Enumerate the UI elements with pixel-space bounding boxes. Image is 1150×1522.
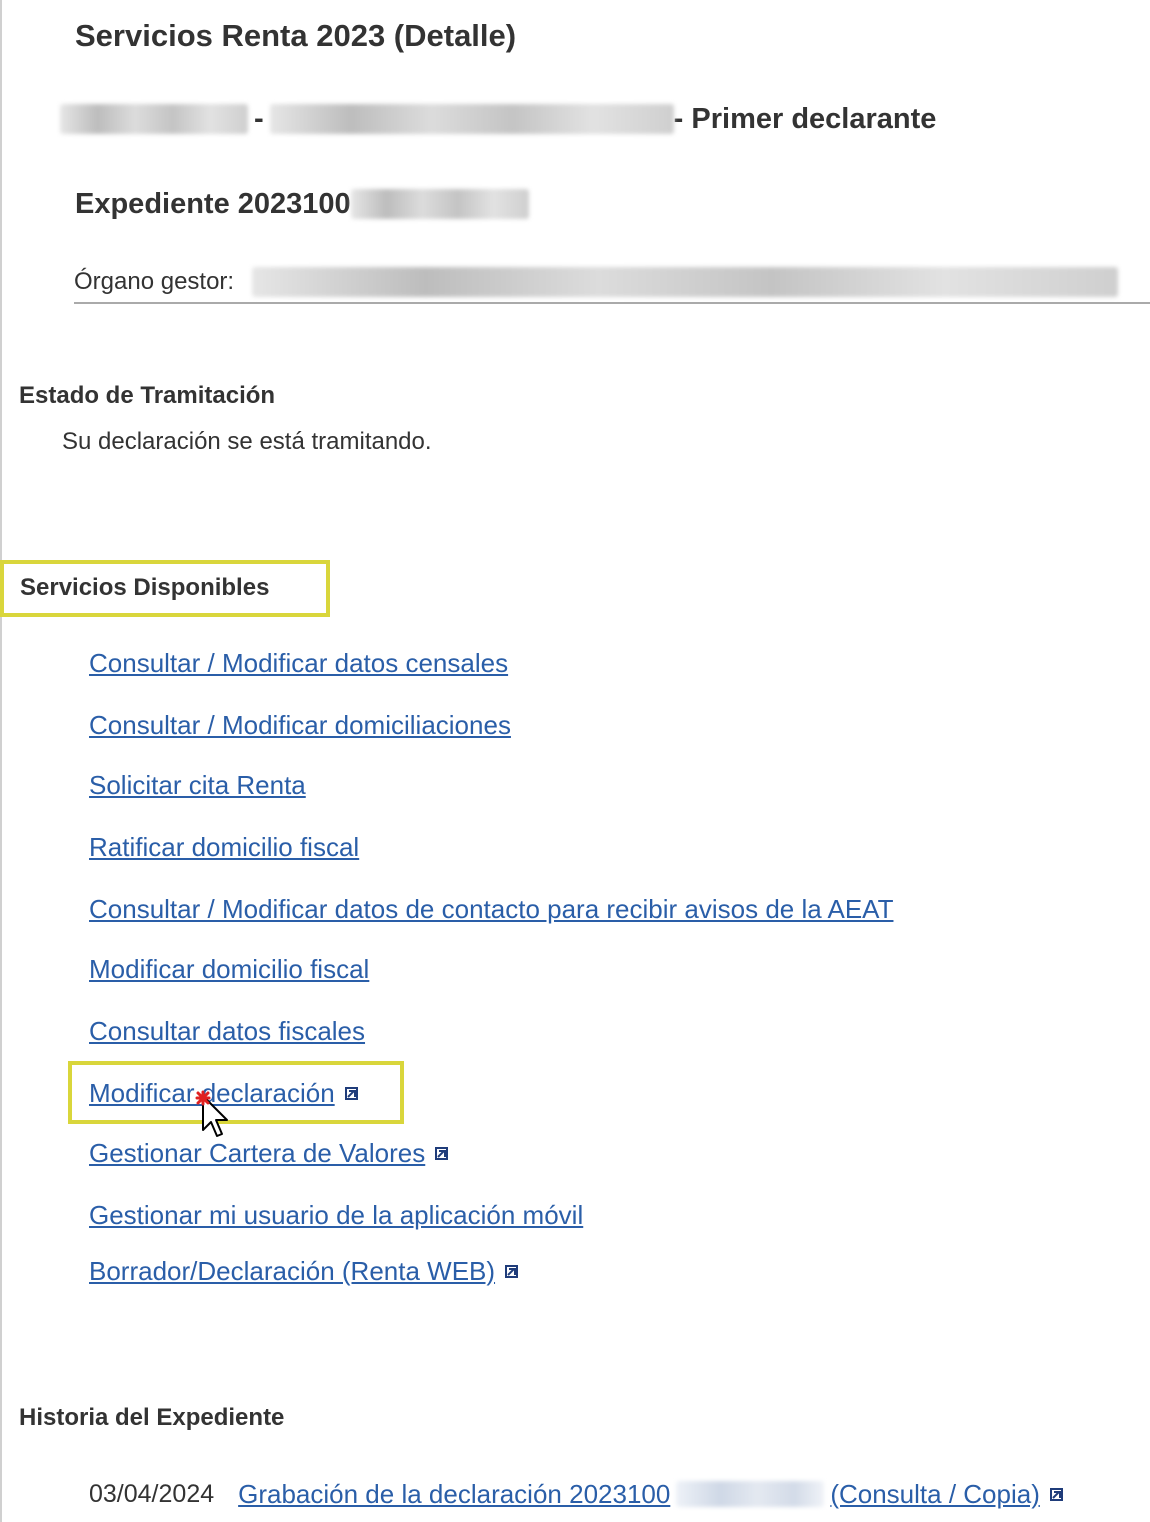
service-item: Consultar / Modificar datos censales <box>89 646 508 680</box>
page: Servicios Renta 2023 (Detalle) - - Prime… <box>0 0 1150 1522</box>
expediente-label: Expediente 2023100 <box>75 187 351 220</box>
historia-heading: Historia del Expediente <box>19 1404 285 1431</box>
redacted-history-number <box>676 1481 825 1507</box>
estado-text: Su declaración se está tramitando. <box>62 428 432 455</box>
service-item: Modificar domicilio fiscal <box>89 952 369 986</box>
service-item: Consultar / Modificar datos de contacto … <box>89 892 893 926</box>
redacted-nif <box>60 104 248 134</box>
page-title: Servicios Renta 2023 (Detalle) <box>75 18 517 53</box>
external-link-icon[interactable] <box>1049 1487 1063 1501</box>
servicios-heading: Servicios Disponibles <box>20 574 270 601</box>
service-link[interactable]: Borrador/Declaración (Renta WEB) <box>89 1256 495 1287</box>
service-link[interactable]: Consultar / Modificar datos de contacto … <box>89 894 893 925</box>
modificar-highlight-box <box>68 1061 404 1124</box>
external-link-icon[interactable] <box>505 1264 519 1278</box>
redacted-name <box>269 104 674 134</box>
declarant-role: - Primer declarante <box>673 102 937 135</box>
service-link[interactable]: Consultar / Modificar datos censales <box>89 648 508 679</box>
organo-label: Órgano gestor: <box>74 268 235 295</box>
service-item: Ratificar domicilio fiscal <box>89 830 359 864</box>
service-item: Consultar datos fiscales <box>89 1014 365 1048</box>
service-link[interactable]: Gestionar mi usuario de la aplicación mó… <box>89 1200 583 1231</box>
estado-heading: Estado de Tramitación <box>19 382 276 409</box>
service-link[interactable]: Consultar / Modificar domiciliaciones <box>89 710 511 741</box>
expediente-number: Expediente 2023100 <box>75 184 529 224</box>
service-link[interactable]: Modificar domicilio fiscal <box>89 954 369 985</box>
left-border <box>0 0 2 1522</box>
service-item: Consultar / Modificar domiciliaciones <box>89 708 511 742</box>
service-link[interactable]: Solicitar cita Renta <box>89 770 306 801</box>
service-link[interactable]: Gestionar Cartera de Valores <box>89 1138 425 1169</box>
declarant-separator: - <box>254 102 264 135</box>
service-item: Gestionar Cartera de Valores <box>89 1136 449 1170</box>
service-item: Solicitar cita Renta <box>89 768 306 802</box>
service-item: Gestionar mi usuario de la aplicación mó… <box>89 1198 583 1232</box>
service-item: Borrador/Declaración (Renta WEB) <box>89 1254 519 1288</box>
history-date: 03/04/2024 <box>89 1479 215 1508</box>
click-marker-icon <box>195 1090 211 1106</box>
organo-gestor: Órgano gestor: <box>74 262 1150 304</box>
external-link-icon[interactable] <box>435 1146 449 1160</box>
declarant-line: - - Primer declarante <box>60 96 936 142</box>
history-link-suffix: (Consulta / Copia) <box>830 1478 1040 1509</box>
service-link[interactable]: Ratificar domicilio fiscal <box>89 832 359 863</box>
history-link[interactable]: Grabación de la declaración 2023100 (Con… <box>238 1479 1040 1510</box>
history-entry: 03/04/2024 Grabación de la declaración 2… <box>89 1476 1063 1512</box>
service-link[interactable]: Consultar datos fiscales <box>89 1016 365 1047</box>
mouse-pointer-icon <box>195 1090 228 1137</box>
history-link-text: Grabación de la declaración 2023100 <box>238 1478 671 1509</box>
redacted-expediente <box>350 189 529 219</box>
redacted-organo <box>252 267 1119 297</box>
